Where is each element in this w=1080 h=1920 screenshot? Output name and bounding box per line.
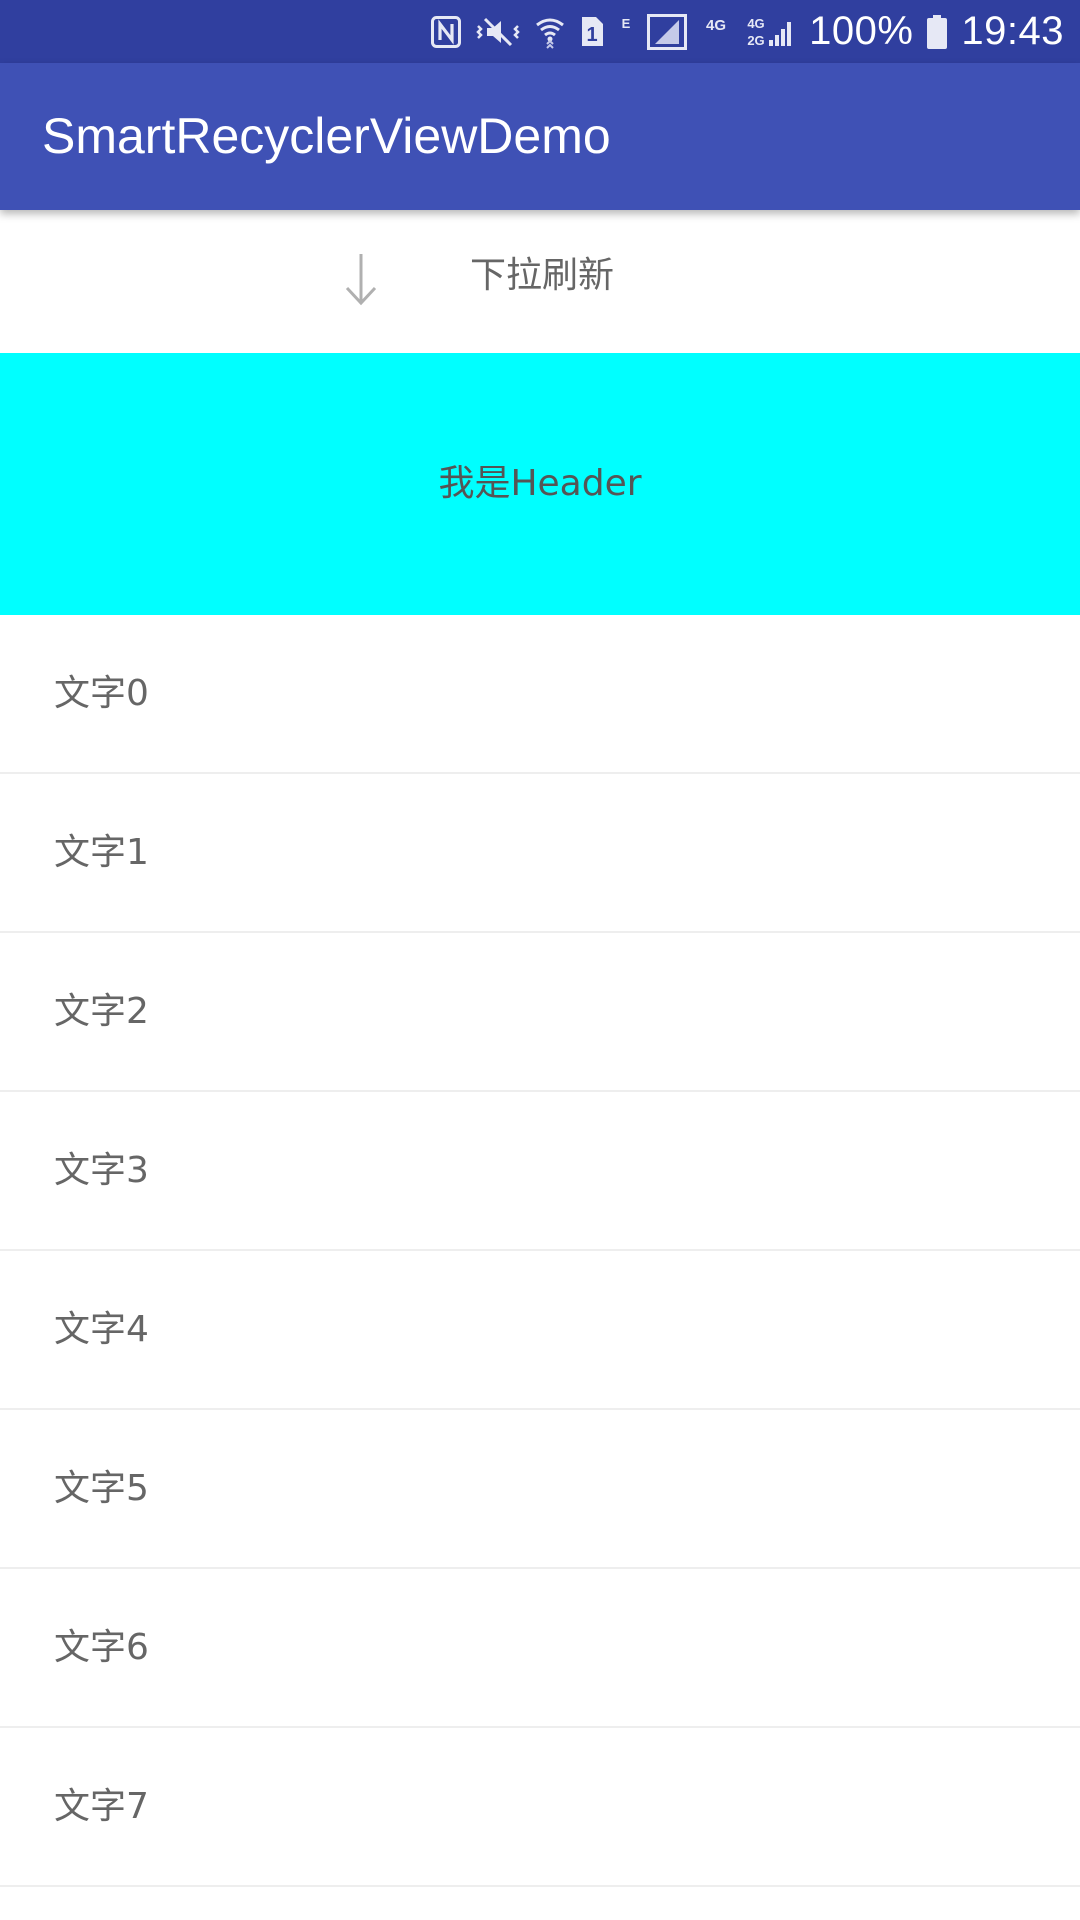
- status-bar: 1 E 4G 4G 2G 100% 19:43: [0, 0, 1080, 63]
- pull-to-refresh-header[interactable]: 下拉刷新: [0, 210, 1080, 353]
- sim1-icon: 1: [579, 16, 605, 48]
- list-item[interactable]: 文字7: [0, 1728, 1080, 1887]
- battery-icon: [927, 14, 948, 49]
- list-item[interactable]: 文字5: [0, 1410, 1080, 1569]
- list-item-label: 文字7: [54, 1786, 149, 1827]
- status-icons: 1 E 4G 4G 2G 100% 19:43: [431, 0, 1064, 63]
- arrow-down-icon: [344, 252, 378, 308]
- list-item-label: 文字5: [54, 1468, 149, 1509]
- svg-text:4G: 4G: [706, 17, 726, 34]
- list-item-label: 文字4: [54, 1309, 149, 1350]
- signal-icon: [647, 13, 688, 50]
- list-header: 我是Header: [0, 353, 1080, 615]
- svg-text:4G: 4G: [747, 16, 764, 31]
- vibrate-mute-icon: [475, 16, 521, 48]
- list-item-label: 文字6: [54, 1627, 149, 1668]
- network-type-4g: 4G: [701, 15, 731, 49]
- list-item-label: 文字0: [54, 673, 149, 714]
- list-item-label: 文字2: [54, 991, 149, 1032]
- list-item[interactable]: 文字2: [0, 933, 1080, 1092]
- list-item[interactable]: 文字4: [0, 1251, 1080, 1410]
- list-item[interactable]: 文字1: [0, 774, 1080, 933]
- app-title: SmartRecyclerViewDemo: [42, 108, 611, 164]
- list-item-label: 文字3: [54, 1150, 149, 1191]
- nfc-icon: [431, 15, 462, 48]
- network-type-e: E: [619, 15, 633, 49]
- list-header-label: 我是Header: [438, 463, 642, 504]
- battery-percent: 100%: [809, 9, 914, 53]
- list-item[interactable]: 文字6: [0, 1569, 1080, 1728]
- svg-text:1: 1: [587, 24, 598, 46]
- app-bar: SmartRecyclerViewDemo: [0, 63, 1080, 210]
- wifi-icon: [535, 15, 565, 49]
- list-item-label: 文字1: [54, 832, 149, 873]
- svg-text:2G: 2G: [747, 33, 764, 48]
- svg-text:E: E: [622, 16, 631, 31]
- list-item[interactable]: 文字3: [0, 1092, 1080, 1251]
- pull-to-refresh-label: 下拉刷新: [470, 255, 615, 296]
- list-item[interactable]: 文字0: [0, 615, 1080, 774]
- recycler-list[interactable]: 文字0 文字1 文字2 文字3 文字4 文字5 文字6 文字7: [0, 615, 1080, 1887]
- signal-icon-2: 4G 2G: [745, 14, 795, 50]
- status-clock: 19:43: [961, 9, 1064, 53]
